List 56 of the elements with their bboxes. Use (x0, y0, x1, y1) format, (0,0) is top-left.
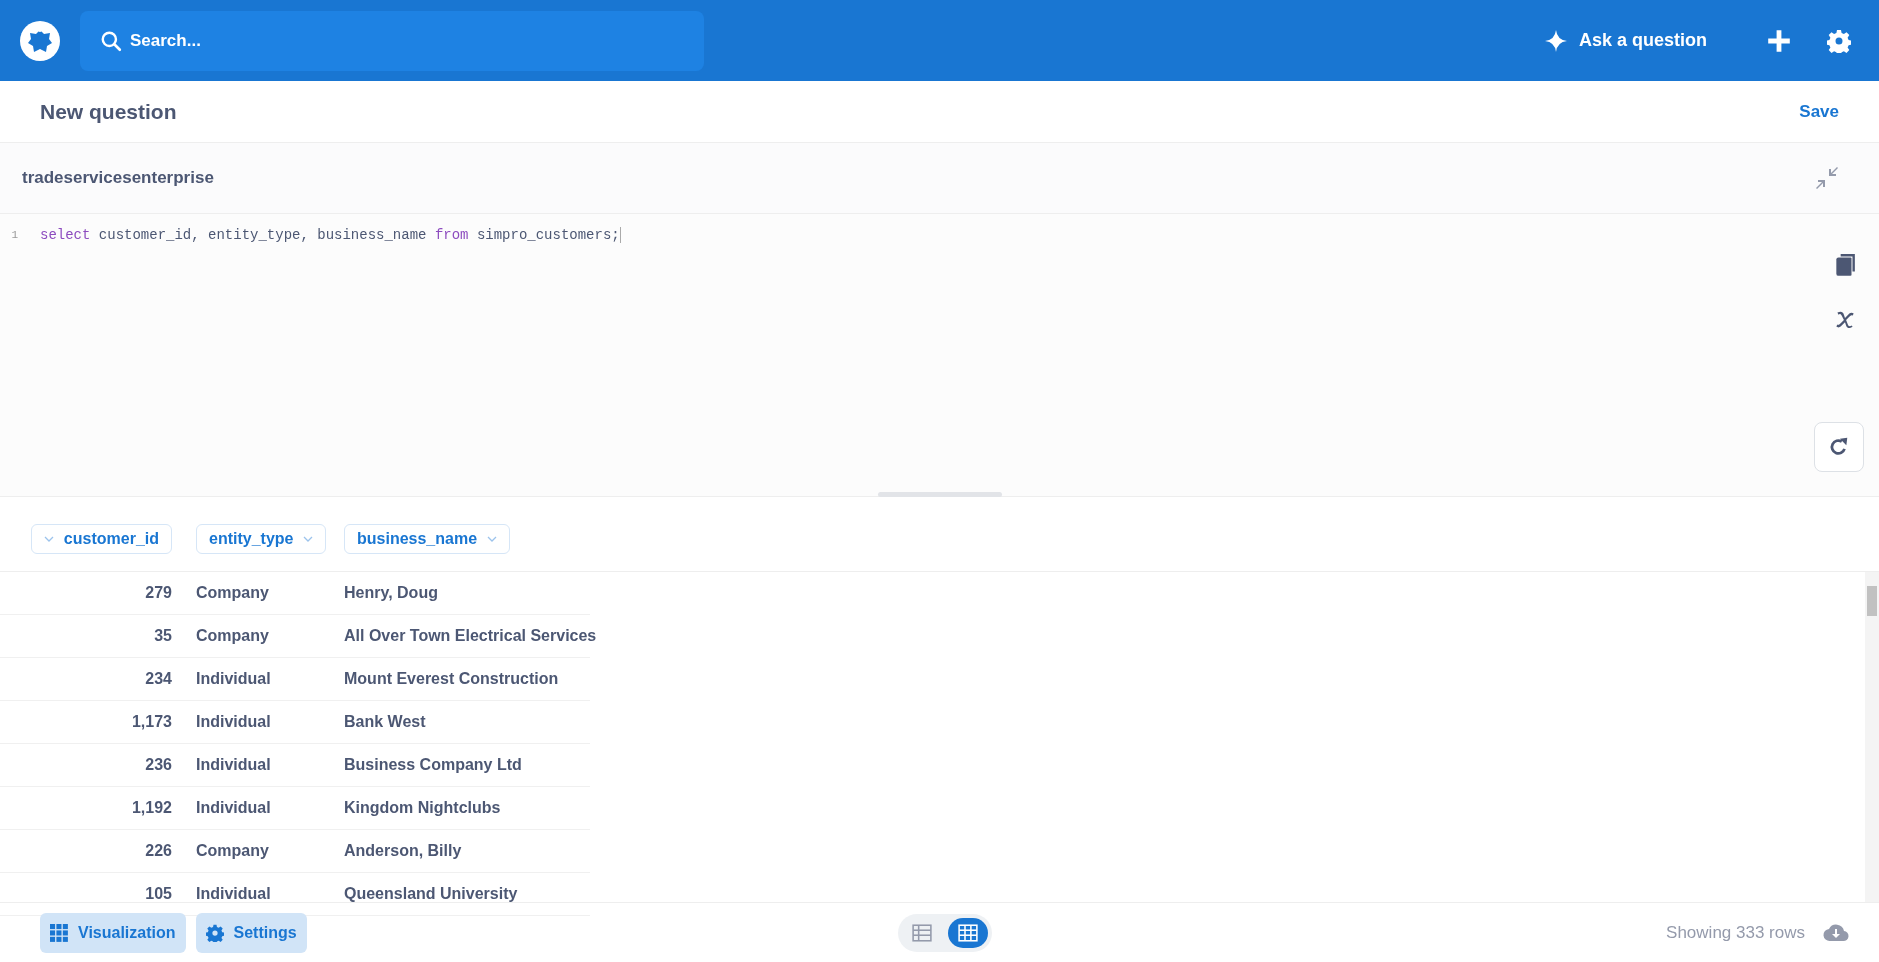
table-cell-text: Henry, Doug (343, 584, 439, 602)
table-cell-text: All Over Town Electrical Services (343, 627, 597, 645)
table-cell-text: 1,173 (130, 713, 172, 731)
table-cell-text: Business Company Ltd (343, 756, 523, 774)
chevron-down-icon (43, 536, 54, 542)
settings-button[interactable]: Settings (195, 912, 307, 953)
table-cell-text: 226 (144, 842, 172, 860)
grid-icon (50, 923, 68, 942)
search-icon (100, 29, 122, 52)
table-cell-text: Bank West (343, 713, 427, 731)
table-cell-text: 279 (144, 584, 172, 602)
settings-icon[interactable] (1827, 28, 1851, 53)
code-line[interactable]: select customer_id, entity_type, business_name from simpro_customers; (40, 227, 621, 243)
table-cell-text: 1,192 (130, 799, 172, 817)
line-number: 1 (10, 229, 18, 241)
question-title: New question (40, 99, 177, 124)
table-cell-text: 105 (144, 885, 172, 903)
table-cell-text: 234 (144, 670, 172, 688)
plus-icon[interactable] (1767, 28, 1791, 53)
table-icon (911, 923, 932, 942)
table-cell-text: Individual (195, 885, 272, 903)
database-name[interactable]: tradeservicesenterprise (22, 168, 214, 188)
settings-icon (205, 923, 224, 942)
row-count: Showing 333 rows (1666, 922, 1805, 943)
refresh-icon (1828, 436, 1850, 458)
collapse-icon[interactable] (1815, 166, 1839, 190)
table-cell-text: Mount Everest Construction (343, 670, 560, 688)
chevron-down-icon (487, 536, 498, 542)
table-cell-text: Individual (195, 756, 272, 774)
table-cell-text: Kingdom Nightclubs (343, 799, 502, 817)
search-field[interactable]: Search... (80, 10, 704, 71)
scrollbar[interactable] (1865, 572, 1879, 902)
table-cell-text: Queensland University (343, 885, 519, 903)
table-cell-text: Company (195, 584, 270, 602)
ask-question-button[interactable]: Ask a question (1544, 29, 1707, 52)
sparkle-icon (1544, 29, 1567, 52)
table-cell-text: Individual (195, 670, 272, 688)
table-cell-text: 236 (144, 756, 172, 774)
cloud-download-icon[interactable] (1823, 922, 1849, 943)
visualization-button[interactable]: Visualization (40, 912, 186, 953)
table-cell-text: 35 (153, 627, 172, 645)
chevron-down-icon (303, 536, 314, 542)
grid-icon (957, 923, 978, 942)
save-button[interactable]: Save (1799, 101, 1839, 122)
table-cell-text: Individual (195, 713, 272, 731)
table-cell-text: Company (195, 842, 270, 860)
table-cell-text: Anderson, Billy (343, 842, 463, 860)
logo-icon[interactable] (20, 20, 60, 61)
run-query-button[interactable] (1814, 422, 1864, 472)
column-header[interactable]: entity_type (196, 524, 327, 554)
column-header[interactable]: business_name (344, 524, 511, 554)
resize-handle[interactable] (877, 492, 1002, 497)
table-cell-text: Company (195, 627, 270, 645)
table-cell-text: Individual (195, 799, 272, 817)
column-header[interactable]: customer_id (30, 524, 172, 554)
grid-view-button[interactable] (947, 917, 988, 948)
